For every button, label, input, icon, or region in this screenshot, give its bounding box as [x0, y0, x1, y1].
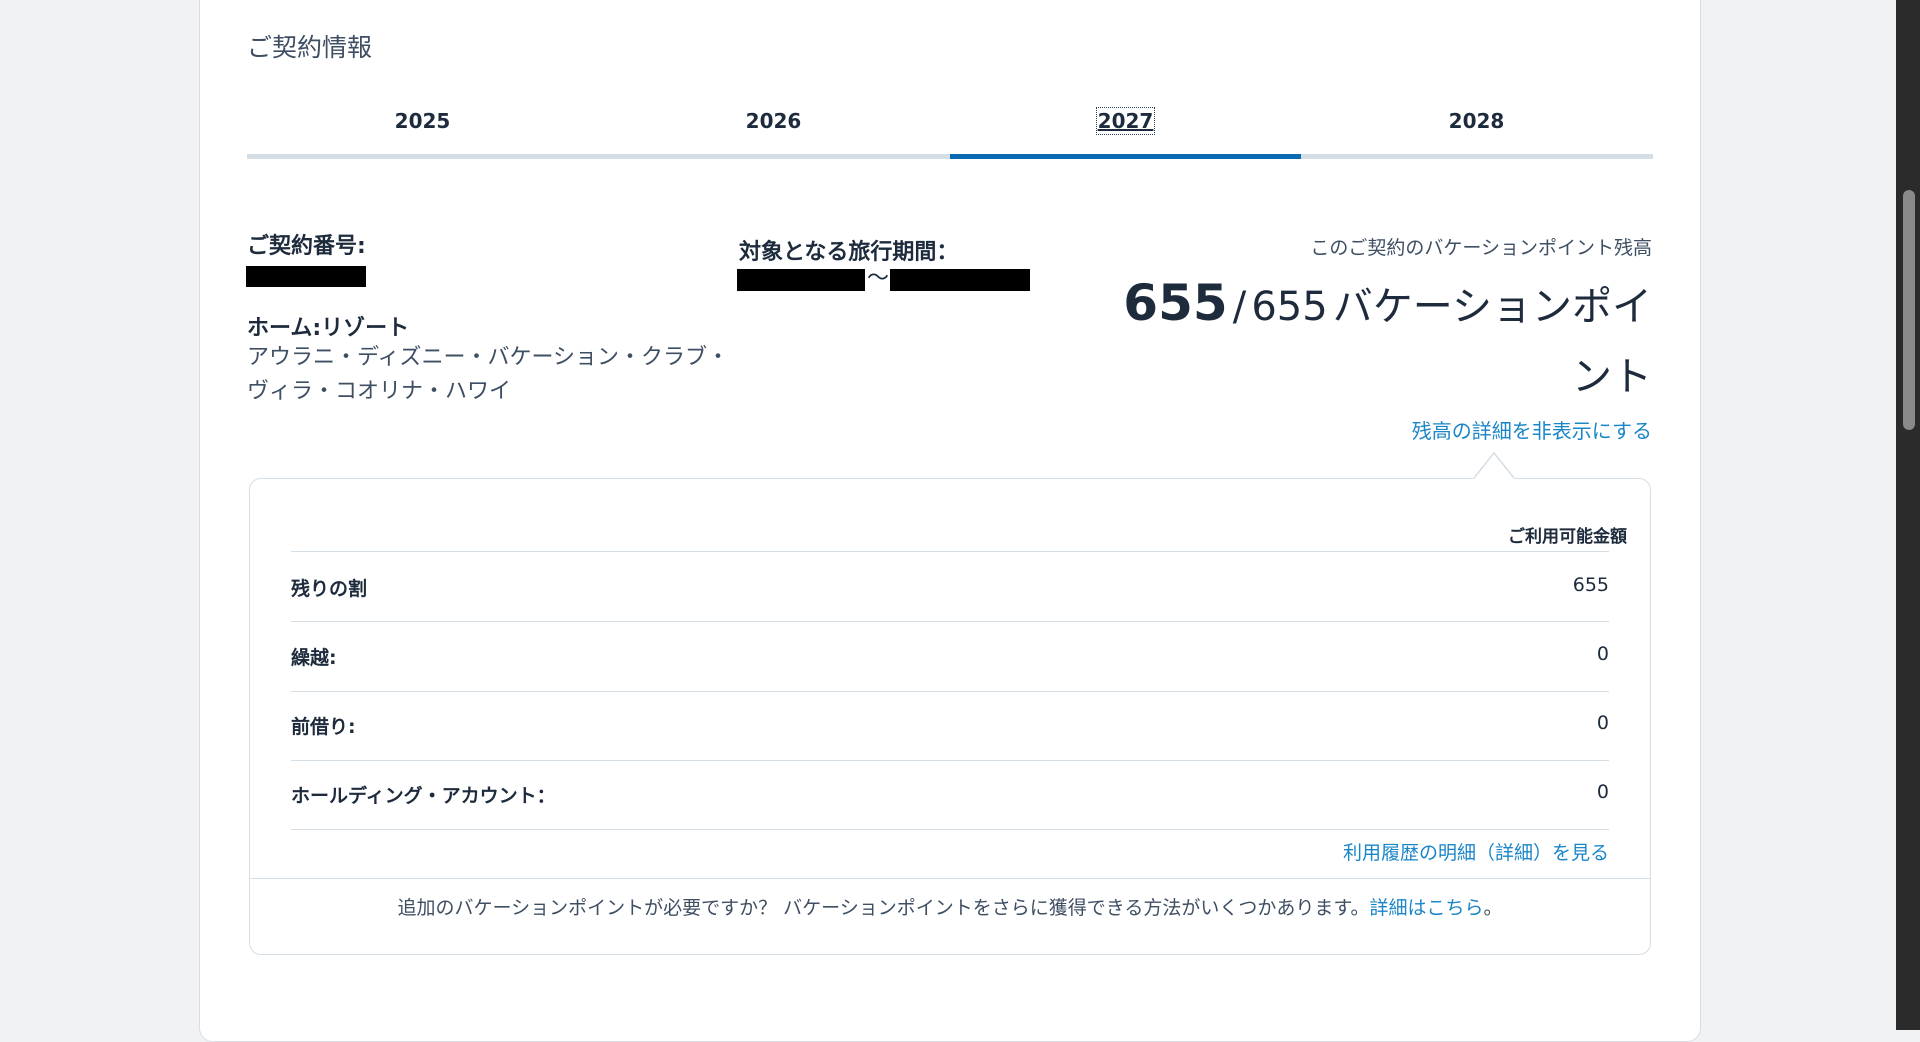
scrollbar-thumb[interactable] [1903, 190, 1915, 430]
additional-points-note: 追加のバケーションポイントが必要ですか？ バケーションポイントをさらに獲得できる… [250, 893, 1650, 920]
balance-remaining: 655 [1123, 274, 1228, 332]
row-label-carryover: 繰越: [291, 647, 337, 669]
travel-period-start-redacted [737, 269, 865, 291]
hide-balance-details-link[interactable]: 残高の詳細を非表示にする [1412, 415, 1652, 444]
tab-2027[interactable]: 2027 [950, 100, 1301, 154]
row-label-borrowed: 前借り: [291, 716, 356, 738]
available-amount-header: ご利用可能金額 [1508, 527, 1627, 547]
home-resort-label: ホーム:リゾート [247, 316, 410, 341]
row-value-borrowed: 0 [1596, 712, 1609, 734]
row-value-remaining: 655 [1572, 574, 1609, 596]
tab-label: 2027 [1095, 107, 1156, 135]
panel-footer-divider [250, 878, 1650, 879]
row-divider [291, 621, 1609, 622]
home-resort-name-line1: アウラニ・ディズニー・バケーション・クラブ・ [247, 345, 730, 370]
additional-points-text: 追加のバケーションポイントが必要ですか？ バケーションポイントをさらに獲得できる… [397, 897, 1370, 919]
year-tabs: 2025 2026 2027 2028 [247, 100, 1653, 160]
tab-label: 2025 [394, 109, 451, 133]
balance-summary: 655 / 655 バケーションポイント [1092, 272, 1652, 416]
row-divider [291, 760, 1609, 761]
tab-2028[interactable]: 2028 [1301, 100, 1652, 154]
scrollbar-track[interactable] [1896, 0, 1920, 1030]
row-divider [291, 691, 1609, 692]
contract-number-label: ご契約番号: [247, 234, 366, 259]
balance-separator: / [1232, 284, 1247, 330]
balance-total: 655 [1251, 284, 1328, 330]
row-divider [291, 551, 1609, 552]
tab-2026[interactable]: 2026 [598, 100, 949, 154]
usage-history-link[interactable]: 利用履歴の明細（詳細）を見る [1343, 838, 1609, 865]
learn-more-link[interactable]: 詳細はこちら [1369, 897, 1483, 919]
footer-period: 。 [1483, 897, 1503, 919]
travel-period-end-redacted [890, 269, 1030, 291]
row-label-remaining: 残りの割 [291, 578, 368, 600]
home-resort-name-line2: ヴィラ・コオリナ・ハワイ [247, 379, 512, 404]
section-title: ご契約情報 [247, 33, 373, 62]
row-value-holding-account: 0 [1596, 781, 1609, 803]
balance-details-panel [249, 478, 1651, 955]
contract-number-redacted [246, 266, 366, 287]
active-tab-indicator [950, 154, 1301, 159]
tab-label: 2026 [745, 109, 802, 133]
row-value-carryover: 0 [1596, 643, 1609, 665]
row-divider [291, 829, 1609, 830]
travel-period-separator: 〜 [867, 266, 890, 291]
tab-label: 2028 [1448, 109, 1505, 133]
travel-period-label: 対象となる旅行期間： [739, 240, 959, 265]
panel-caret-icon [1474, 451, 1514, 479]
row-label-holding-account: ホールディング・アカウント： [291, 785, 556, 807]
tab-2025[interactable]: 2025 [247, 100, 598, 154]
balance-unit: バケーションポイント [1332, 284, 1652, 400]
balance-caption: このご契約のバケーションポイント残高 [1310, 237, 1652, 259]
